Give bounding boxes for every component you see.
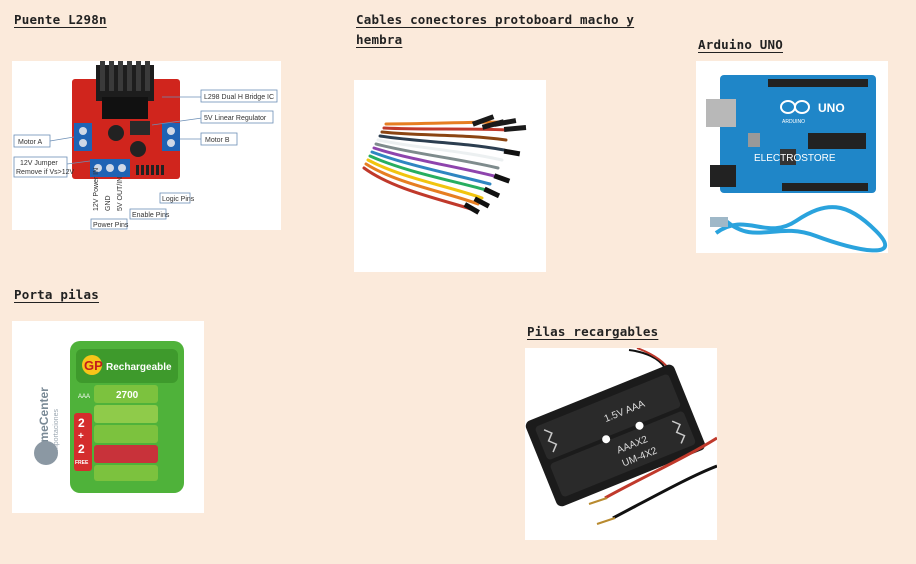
promo-top-text: 2: [78, 416, 85, 430]
label-pin-5v: 5V OUT/IN: [117, 177, 124, 211]
label-jumper-2: Remove if Vs>12V: [16, 169, 74, 176]
caption-porta-pilas: Porta pilas: [14, 287, 99, 302]
label-bridge: L298 Dual H Bridge IC: [204, 94, 274, 101]
label-motor-a: Motor A: [18, 139, 42, 146]
caption-arduino: Arduino UNO: [698, 37, 783, 52]
batteries-image: TimeCenter Importaciones GP Rechargeable…: [12, 321, 204, 513]
battery-holder-image: 1.5V AAA AAAX2 UM-4X2: [525, 348, 717, 540]
label-enable-pins: Enable Pins: [132, 212, 170, 219]
caption-l298n: Puente L298n: [14, 12, 107, 27]
caption-pilas: Pilas recargables: [527, 324, 659, 339]
promo-plus-text: +: [78, 431, 84, 442]
label-power-pins: Power Pins: [93, 222, 129, 229]
label-pin-gnd: GND: [105, 195, 112, 211]
arduino-logo-text: UNO: [818, 101, 845, 115]
label-motor-b: Motor B: [205, 137, 230, 144]
promo-bottom-text: 2: [78, 442, 85, 456]
label-logic-pins: Logic Pins: [162, 196, 195, 203]
label-jumper-1: 12V Jumper: [20, 160, 58, 167]
caption-cables: Cables conectores protoboard macho y hem…: [356, 12, 635, 47]
promo-free-text: FREE: [75, 460, 89, 466]
battery-holder: 1.5V AAA AAAX2 UM-4X2: [525, 364, 705, 507]
arduino-brand-text: ELECTROSTORE: [754, 153, 836, 164]
cables-image: [354, 80, 546, 272]
usb-cable: [714, 205, 887, 253]
arduino-made-text: ARDUINO: [782, 119, 805, 125]
rechargeable-text: Rechargeable: [106, 362, 172, 373]
l298n-image: L298 Dual H Bridge IC 5V Linear Regulato…: [12, 61, 281, 230]
gp-logo-text: GP: [84, 358, 103, 373]
battery-capacity-text: 2700: [116, 390, 139, 401]
battery-type-text: AAA: [78, 394, 90, 400]
label-regulator: 5V Linear Regulator: [204, 115, 267, 122]
label-pin-12v: 12V Power IN: [93, 168, 100, 211]
arduino-image: UNO ARDUINO ELECTROSTORE: [696, 61, 888, 253]
